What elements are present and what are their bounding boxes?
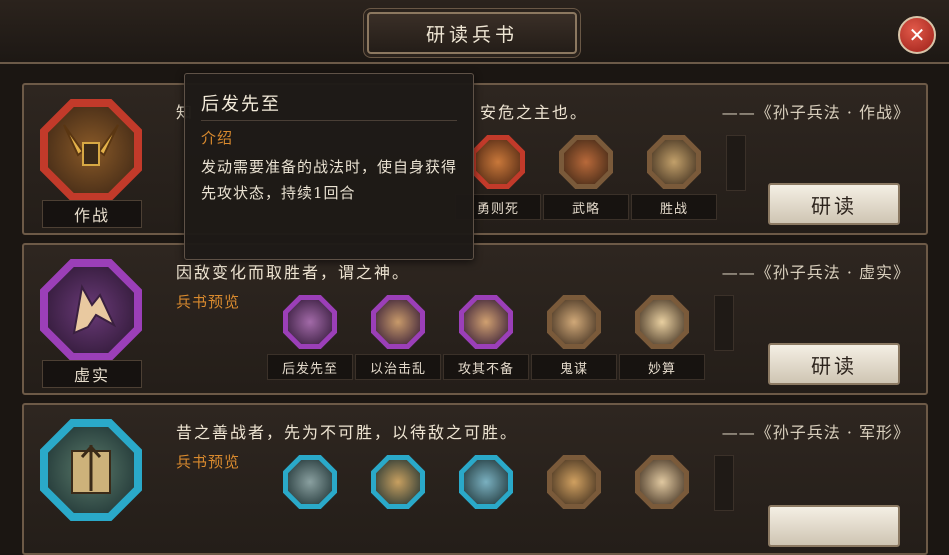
skill-label: 攻其不备 — [443, 354, 529, 380]
skill-item[interactable] — [442, 455, 530, 511]
tooltip-divider — [201, 120, 457, 121]
skill-list — [266, 455, 734, 511]
skill-tooltip: 后发先至 介绍 发动需要准备的战法时，使自身获得先攻状态，持续1回合 — [184, 73, 474, 260]
skill-item[interactable]: 以治击乱 — [354, 295, 442, 380]
book-source: ——《孙子兵法 · 军形》 — [721, 423, 910, 442]
book-quote-tail: 安危之主也。 — [480, 103, 589, 122]
study-button[interactable] — [768, 505, 900, 547]
book-name: 作战 — [42, 200, 142, 228]
skill-label: 鬼谋 — [531, 354, 617, 380]
skill-item[interactable]: 妙算 — [618, 295, 706, 380]
skill-scroll-stub — [714, 455, 734, 511]
skill-item[interactable]: 攻其不备 — [442, 295, 530, 380]
skill-item[interactable] — [354, 455, 442, 511]
page-title: 研读兵书 — [367, 12, 577, 54]
skill-label: 胜战 — [631, 194, 717, 220]
troops-icon[interactable] — [283, 455, 337, 509]
book-quote: 因敌变化而取胜者，谓之神。 — [176, 263, 411, 282]
book-panel-junxing: 昔之善战者，先为不可胜，以待敌之可胜。 ——《孙子兵法 · 军形》 兵书预览 — [22, 403, 928, 555]
close-button[interactable]: ✕ — [898, 16, 936, 54]
skill-label: 妙算 — [619, 354, 705, 380]
skill-item[interactable]: 胜战 — [630, 135, 718, 220]
skill-item[interactable]: 鬼谋 — [530, 295, 618, 380]
top-bar: 研读兵书 ✕ — [0, 0, 949, 64]
blade-icon[interactable] — [459, 455, 513, 509]
skill-item[interactable] — [266, 455, 354, 511]
book-panel-zuozhan: 作战 知安危之主也。 ——《孙子兵法 · 作战》 勇则死 武略 胜战 研读 — [22, 83, 928, 235]
book-source: ——《孙子兵法 · 作战》 — [721, 103, 910, 122]
skill-item[interactable]: 武略 — [542, 135, 630, 220]
skill-label: 以治击乱 — [355, 354, 441, 380]
fortress-icon[interactable] — [647, 135, 701, 189]
arc-icon[interactable] — [283, 295, 337, 349]
skill-list: 后发先至 以治击乱 攻其不备 鬼谋 妙算 — [266, 295, 734, 380]
figure-icon[interactable] — [371, 295, 425, 349]
leaf-icon[interactable] — [371, 455, 425, 509]
book-panel-xushi: 虚实 因敌变化而取胜者，谓之神。 ——《孙子兵法 · 虚实》 兵书预览 后发先至… — [22, 243, 928, 395]
study-button[interactable]: 研读 — [768, 183, 900, 225]
strike-icon[interactable] — [459, 295, 513, 349]
skill-scroll-stub — [714, 295, 734, 351]
fist-icon[interactable] — [471, 135, 525, 189]
skill-list: 勇则死 武略 胜战 — [454, 135, 746, 220]
skill-label: 武略 — [543, 194, 629, 220]
study-button[interactable]: 研读 — [768, 343, 900, 385]
tooltip-title: 后发先至 — [201, 94, 281, 115]
book-quote: 昔之善战者，先为不可胜，以待敌之可胜。 — [176, 423, 519, 442]
mask-icon[interactable] — [547, 295, 601, 349]
book-source: ——《孙子兵法 · 虚实》 — [721, 263, 910, 282]
skill-item[interactable] — [530, 455, 618, 511]
sword-icon[interactable] — [559, 135, 613, 189]
book-name: 虚实 — [42, 360, 142, 388]
tooltip-description: 发动需要准备的战法时，使自身获得先攻状态，持续1回合 — [201, 158, 458, 202]
tower-icon[interactable] — [547, 455, 601, 509]
skill-item[interactable] — [618, 455, 706, 511]
skill-scroll-stub — [726, 135, 746, 191]
sage-icon[interactable] — [635, 455, 689, 509]
hand-icon[interactable] — [635, 295, 689, 349]
book-preview-label: 兵书预览 — [176, 293, 241, 311]
book-badge-icon — [40, 259, 142, 361]
skill-item[interactable]: 后发先至 — [266, 295, 354, 380]
book-badge-icon — [40, 99, 142, 201]
gate-shield-icon — [71, 444, 111, 494]
lightning-banner-icon — [72, 284, 117, 335]
skill-label: 后发先至 — [267, 354, 353, 380]
tooltip-section-label: 介绍 — [201, 129, 234, 147]
book-preview-label: 兵书预览 — [176, 453, 241, 471]
book-badge-icon — [40, 419, 142, 521]
crossed-blades-icon — [63, 124, 119, 166]
